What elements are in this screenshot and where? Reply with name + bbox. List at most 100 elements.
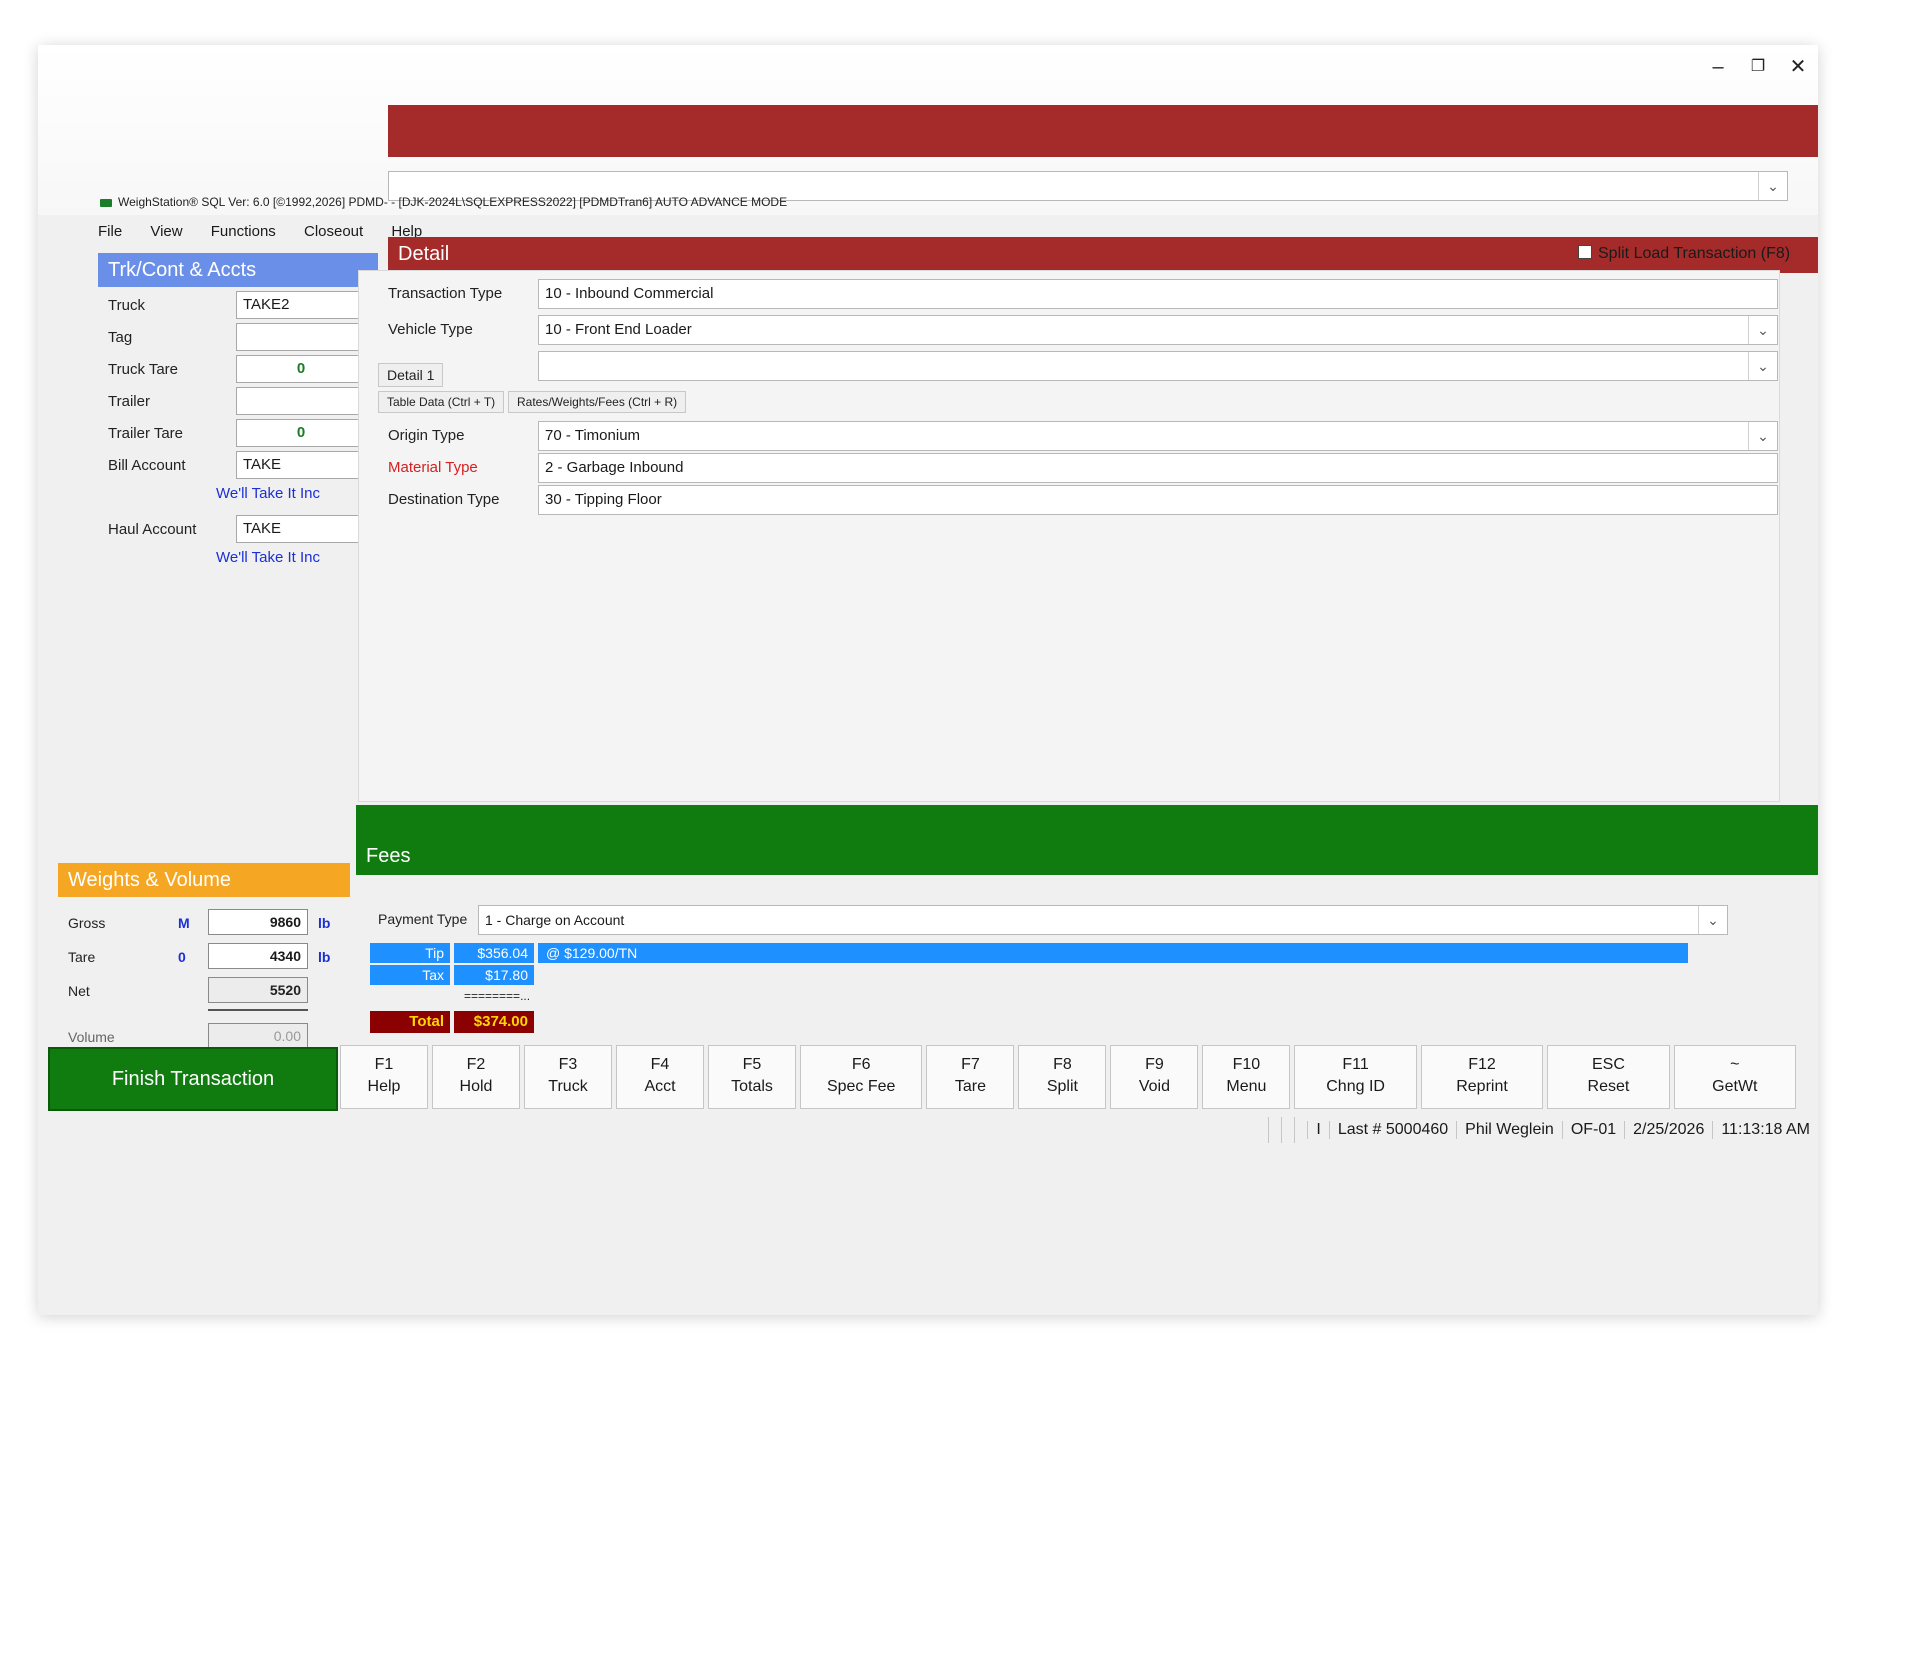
- finish-transaction-button[interactable]: Finish Transaction: [48, 1047, 338, 1111]
- restore-icon[interactable]: ❐: [1738, 49, 1778, 85]
- origin-type-select[interactable]: 70 - Timonium ⌄: [538, 421, 1778, 451]
- material-type-select[interactable]: 2 - Garbage Inbound: [538, 453, 1778, 483]
- status-bar: I Last # 5000460 Phil Weglein OF-01 2/25…: [1238, 1115, 1818, 1145]
- fkey-label: Void: [1138, 1078, 1170, 1095]
- getwt-button[interactable]: ~ GetWt: [1673, 1045, 1797, 1109]
- fkey-code: F2: [466, 1056, 486, 1073]
- f7-tare-button[interactable]: F7 Tare: [926, 1045, 1015, 1109]
- haul-account-label: Haul Account: [108, 521, 197, 538]
- tare-flag: 0: [178, 949, 186, 965]
- tip-rate: @ $129.00/TN: [538, 943, 1688, 963]
- vehicle-type-select[interactable]: 10 - Front End Loader ⌄: [538, 315, 1778, 345]
- fkey-label: Truck: [548, 1078, 588, 1095]
- app-window: – ❐ ✕ ⌄ WeighStation® SQL Ver: 6.0 [©199…: [38, 45, 1818, 1315]
- top-color-band: [388, 105, 1818, 157]
- tab-table-data[interactable]: Table Data (Ctrl + T): [378, 391, 505, 413]
- transaction-type-value: 10 - Inbound Commercial: [545, 285, 714, 302]
- menu-functions[interactable]: Functions: [211, 223, 276, 240]
- minimize-icon[interactable]: –: [1698, 49, 1738, 85]
- chevron-down-icon[interactable]: ⌄: [1758, 172, 1787, 200]
- f5-totals-button[interactable]: F5 Totals: [708, 1045, 796, 1109]
- tag-field[interactable]: [236, 323, 366, 351]
- f1-help-button[interactable]: F1 Help: [340, 1045, 428, 1109]
- close-icon[interactable]: ✕: [1778, 49, 1818, 85]
- tare-field[interactable]: 4340: [208, 943, 308, 969]
- f12-reprint-button[interactable]: F12 Reprint: [1420, 1045, 1544, 1109]
- payment-type-select[interactable]: 1 - Charge on Account ⌄: [478, 905, 1728, 935]
- f10-menu-button[interactable]: F10 Menu: [1202, 1045, 1291, 1109]
- transaction-type-select[interactable]: 10 - Inbound Commercial: [538, 279, 1778, 309]
- bill-account-field[interactable]: TAKE: [236, 451, 366, 479]
- checkbox-icon[interactable]: [1578, 245, 1592, 259]
- f11-chng-id-button[interactable]: F11 Chng ID: [1294, 1045, 1417, 1109]
- fkey-label: Chng ID: [1326, 1078, 1385, 1095]
- truck-field[interactable]: TAKE2: [236, 291, 366, 319]
- fkey-code: F9: [1145, 1056, 1164, 1073]
- trailer-tare-field[interactable]: 0: [236, 419, 366, 447]
- aux-dropdown[interactable]: ⌄: [538, 351, 1778, 381]
- gross-field[interactable]: 9860: [208, 909, 308, 935]
- chevron-down-icon[interactable]: ⌄: [1748, 422, 1777, 450]
- transaction-type-label: Transaction Type: [388, 285, 503, 302]
- status-last-number: Last # 5000460: [1328, 1121, 1456, 1139]
- haul-account-field[interactable]: TAKE: [236, 515, 366, 543]
- fkey-code: F1: [374, 1056, 394, 1073]
- tab-rates-weights-fees[interactable]: Rates/Weights/Fees (Ctrl + R): [508, 391, 687, 413]
- f2-hold-button[interactable]: F2 Hold: [432, 1045, 520, 1109]
- material-type-label: Material Type: [388, 459, 478, 476]
- tab-detail[interactable]: Detail 1: [378, 363, 444, 387]
- fees-header: Fees: [356, 805, 1818, 875]
- fkey-code: F6: [851, 1056, 871, 1073]
- payment-type-label: Payment Type: [378, 911, 468, 927]
- fkey-label: Spec Fee: [826, 1078, 896, 1095]
- menu-file[interactable]: File: [98, 223, 122, 240]
- fkey-label: Tare: [954, 1078, 986, 1095]
- split-load-label: Split Load Transaction (F8): [1598, 245, 1791, 262]
- origin-type-label: Origin Type: [388, 427, 465, 444]
- f9-void-button[interactable]: F9 Void: [1110, 1045, 1199, 1109]
- net-divider: [208, 1009, 308, 1011]
- f6-spec-fee-button[interactable]: F6 Spec Fee: [800, 1045, 923, 1109]
- tip-label: Tip: [370, 943, 450, 963]
- net-field: 5520: [208, 977, 308, 1003]
- chevron-down-icon[interactable]: ⌄: [1748, 316, 1777, 344]
- status-mode: I: [1307, 1121, 1328, 1139]
- fkey-label: Hold: [459, 1078, 493, 1095]
- esc-reset-button[interactable]: ESC Reset: [1547, 1045, 1670, 1109]
- volume-label: Volume: [68, 1029, 115, 1045]
- tax-label: Tax: [370, 965, 450, 985]
- origin-type-value: 70 - Timonium: [545, 427, 641, 444]
- split-load-checkbox[interactable]: Split Load Transaction (F8): [1578, 245, 1790, 263]
- total-value: $374.00: [454, 1011, 534, 1033]
- f3-truck-button[interactable]: F3 Truck: [524, 1045, 612, 1109]
- chevron-down-icon[interactable]: ⌄: [1748, 352, 1777, 380]
- status-separator: [1281, 1117, 1294, 1143]
- total-separator: ========...: [464, 989, 531, 1003]
- fkey-label: Totals: [731, 1078, 773, 1095]
- fkey-label: GetWt: [1712, 1078, 1758, 1095]
- fkey-code: F3: [558, 1056, 578, 1073]
- fkey-label: Help: [367, 1078, 401, 1095]
- menu-closeout[interactable]: Closeout: [304, 223, 363, 240]
- weights-header: Weights & Volume: [58, 863, 350, 897]
- trailer-field[interactable]: [236, 387, 366, 415]
- detail-panel: [358, 270, 1780, 802]
- material-type-value: 2 - Garbage Inbound: [545, 459, 684, 476]
- f8-split-button[interactable]: F8 Split: [1018, 1045, 1107, 1109]
- f4-acct-button[interactable]: F4 Acct: [616, 1045, 704, 1109]
- tare-unit: lb: [318, 949, 331, 965]
- tag-label: Tag: [108, 329, 133, 346]
- total-label: Total: [370, 1011, 450, 1033]
- status-date: 2/25/2026: [1624, 1121, 1712, 1139]
- fkey-code: F11: [1342, 1056, 1369, 1073]
- menu-view[interactable]: View: [150, 223, 182, 240]
- truck-tare-field[interactable]: 0: [236, 355, 366, 383]
- app-title: WeighStation® SQL Ver: 6.0 [©1992,2026] …: [100, 195, 787, 209]
- tare-label: Tare: [68, 949, 96, 965]
- tax-value: $17.80: [454, 965, 534, 985]
- chevron-down-icon[interactable]: ⌄: [1698, 906, 1727, 934]
- fkey-code: ESC: [1591, 1056, 1625, 1073]
- volume-field[interactable]: 0.00: [208, 1023, 308, 1049]
- payment-type-value: 1 - Charge on Account: [485, 912, 625, 928]
- destination-type-select[interactable]: 30 - Tipping Floor: [538, 485, 1778, 515]
